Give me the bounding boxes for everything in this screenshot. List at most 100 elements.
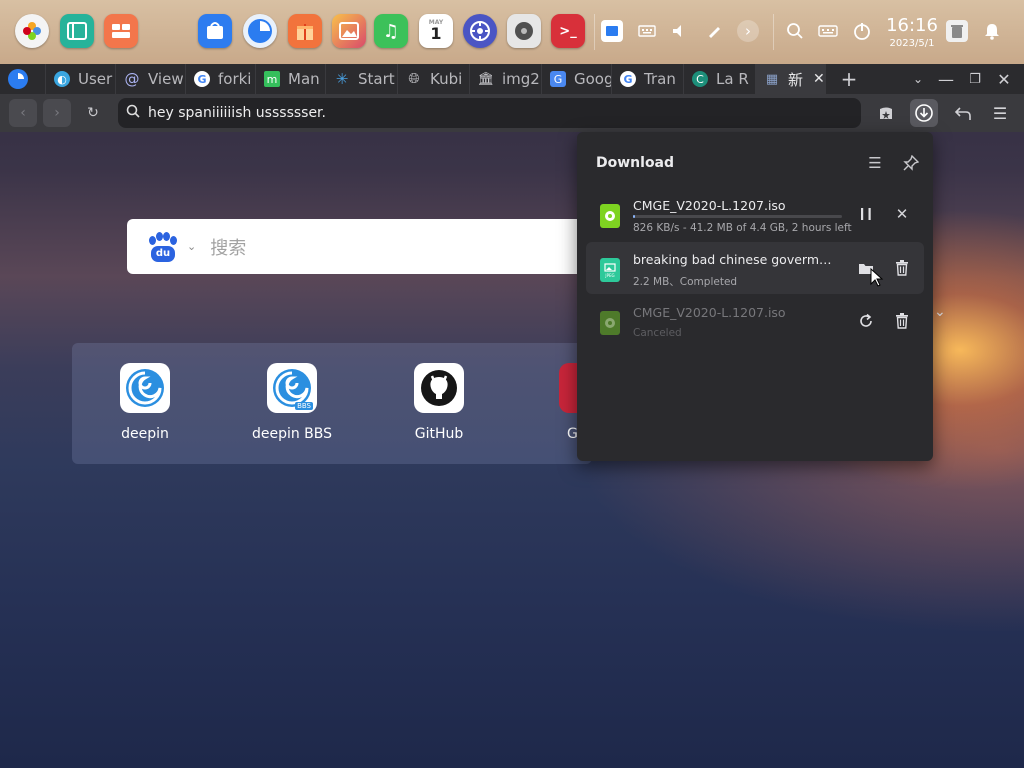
shortcut-github[interactable]: GitHub	[384, 363, 494, 442]
c-logo-icon: C	[692, 71, 708, 87]
tab-kubi[interactable]: 🌐︎ Kubi	[398, 64, 470, 94]
tray-separator	[594, 14, 595, 50]
tab-tran[interactable]: G Tran	[612, 64, 684, 94]
paw-toe	[163, 231, 170, 241]
search-icon	[126, 104, 140, 122]
minimize-icon[interactable]: —	[932, 64, 960, 94]
pin-icon[interactable]	[900, 152, 922, 174]
baidu-search-box[interactable]: du ⌄ 搜索	[127, 219, 587, 274]
control-center-icon[interactable]	[104, 14, 138, 48]
app-store-icon[interactable]	[198, 14, 232, 48]
shortcut-label: deepin BBS	[251, 426, 333, 442]
new-tab-icon[interactable]: +	[835, 64, 863, 94]
restore-icon[interactable]: ❐	[961, 64, 989, 94]
multitask-view-icon[interactable]	[60, 14, 94, 48]
shortcut-grid: deepin BBS deepin BBS GitHub G	[72, 343, 592, 464]
paw-toe	[170, 235, 177, 245]
tab-label: View	[148, 70, 184, 88]
tab-label: User	[78, 70, 113, 88]
forward-button[interactable]: ›	[43, 99, 71, 127]
tab-la-r[interactable]: C La R	[684, 64, 756, 94]
tab-label: Goog	[574, 70, 612, 88]
jpeg-label: JPEG	[605, 272, 615, 278]
calendar-icon[interactable]: MAY 1	[419, 14, 453, 48]
iso-file-icon	[600, 311, 620, 335]
tab-label: Tran	[644, 70, 676, 88]
keyboard-layout-icon[interactable]	[636, 20, 658, 42]
tab-label: Kubi	[430, 70, 463, 88]
screen-capture-icon[interactable]	[601, 20, 623, 42]
expand-tray-icon[interactable]: ›	[737, 20, 759, 42]
clock-time[interactable]: 16:16	[884, 15, 940, 36]
delete-icon[interactable]	[890, 309, 914, 333]
menu-icon[interactable]: ☰	[986, 99, 1014, 127]
brush-tool-icon[interactable]	[703, 20, 725, 42]
tab-man[interactable]: m Man	[256, 64, 326, 94]
shortcut-label: GitHub	[414, 426, 464, 442]
browser-logo-icon	[8, 69, 28, 89]
tab-label: 新	[788, 70, 804, 89]
download-status: Canceled	[633, 327, 682, 339]
system-monitor-icon[interactable]	[463, 14, 497, 48]
tab-browser-home[interactable]	[0, 64, 46, 94]
onscreen-keyboard-icon[interactable]	[817, 20, 839, 42]
tab-img2[interactable]: 🏛︎ img2	[470, 64, 542, 94]
grid-icon: ▦	[765, 71, 779, 87]
close-tab-icon[interactable]: ✕	[813, 71, 825, 87]
search-icon[interactable]	[784, 20, 806, 42]
google-translate-icon: G	[550, 71, 566, 87]
download-status: 826 KB/s - 41.2 MB of 4.4 GB, 2 hours le…	[633, 222, 852, 234]
tab-label: img2	[502, 70, 540, 88]
tab-forki[interactable]: G forki	[186, 64, 256, 94]
tab-google-translate[interactable]: G Goog	[542, 64, 612, 94]
undo-close-tab-icon[interactable]	[949, 99, 977, 127]
browser-toolbar: ‹ › ↻ ☰	[0, 94, 1024, 132]
launcher-icon[interactable]	[15, 14, 49, 48]
notification-bell-icon[interactable]	[981, 20, 1003, 42]
download-status: 2.2 MB、Completed	[633, 276, 738, 288]
reload-button[interactable]: ↻	[79, 99, 107, 127]
pause-icon[interactable]	[854, 202, 878, 226]
star-icon: ✳	[335, 70, 349, 88]
tab-label: La R	[716, 70, 749, 88]
deepin-logo-icon: ◐	[54, 71, 70, 87]
address-bar[interactable]	[118, 98, 861, 128]
paw-toe	[156, 231, 163, 241]
gift-app-icon[interactable]	[288, 14, 322, 48]
tab-new-tab[interactable]: ▦ 新 ✕	[756, 64, 826, 94]
at-sign-icon: @	[124, 70, 140, 88]
downloads-button[interactable]	[910, 99, 938, 127]
tab-view[interactable]: @ View	[116, 64, 186, 94]
cancel-download-icon[interactable]: ✕	[890, 202, 914, 226]
chevron-down-icon[interactable]: ⌄	[934, 304, 946, 320]
shortcut-deepin[interactable]: deepin	[90, 363, 200, 442]
tab-start[interactable]: ✳ Start	[326, 64, 398, 94]
power-icon[interactable]	[851, 20, 873, 42]
tab-label: Start	[358, 70, 395, 88]
volume-icon[interactable]	[669, 20, 691, 42]
delete-icon[interactable]	[890, 256, 914, 280]
download-item[interactable]: CMGE_V2020-L.1207.iso Canceled	[586, 295, 924, 347]
browser-icon[interactable]	[243, 14, 277, 48]
engine-chevron-down-icon[interactable]: ⌄	[187, 240, 196, 253]
download-panel-title: Download	[596, 155, 675, 171]
download-item[interactable]: CMGE_V2020-L.1207.iso 826 KB/s - 41.2 MB…	[586, 188, 924, 240]
list-view-icon[interactable]: ☰	[864, 152, 886, 174]
back-button[interactable]: ‹	[9, 99, 37, 127]
shortcut-deepin-bbs[interactable]: BBS deepin BBS	[237, 363, 347, 442]
bookmark-star-icon[interactable]	[872, 99, 900, 127]
photos-icon[interactable]	[332, 14, 366, 48]
url-input[interactable]	[148, 105, 828, 121]
shortcut-label: deepin	[121, 426, 169, 442]
trash-icon[interactable]	[946, 20, 968, 42]
tab-user[interactable]: ◐ User	[46, 64, 116, 94]
music-icon[interactable]: ♫	[374, 14, 408, 48]
tab-label: Man	[288, 70, 320, 88]
close-window-icon[interactable]: ✕	[990, 64, 1018, 94]
retry-icon[interactable]	[854, 309, 878, 333]
terminal-icon[interactable]: >_	[551, 14, 585, 48]
baidu-logo-icon[interactable]: du	[147, 231, 177, 262]
baidu-du-label: du	[151, 245, 175, 262]
chevron-down-icon[interactable]: ⌄	[904, 64, 932, 94]
disk-utility-icon[interactable]	[507, 14, 541, 48]
